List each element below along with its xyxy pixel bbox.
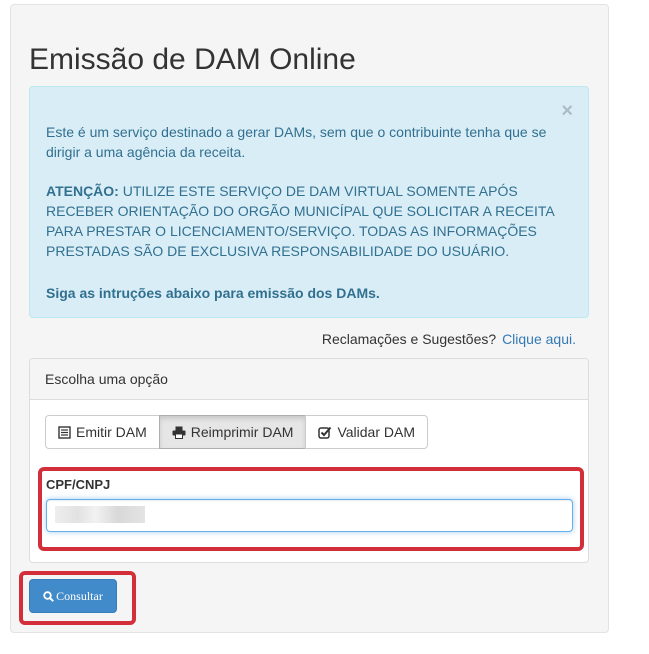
- options-panel: Escolha uma opção Emitir DAM Reimprimir …: [29, 358, 589, 563]
- emitir-dam-label: Emitir DAM: [76, 424, 147, 440]
- cpf-cnpj-label: CPF/CNPJ: [46, 477, 111, 492]
- validar-dam-label: Validar DAM: [337, 424, 415, 440]
- alert-warning-paragraph: ATENÇÃO: UTILIZE ESTE SERVIÇO DE DAM VIR…: [46, 181, 566, 261]
- panel-heading: Escolha uma opção: [30, 359, 588, 400]
- consultar-button[interactable]: Consultar: [29, 579, 117, 613]
- dam-option-group: Emitir DAM Reimprimir DAM Validar DAM: [45, 415, 428, 449]
- print-icon: [172, 426, 186, 439]
- alert-warning-text: UTILIZE ESTE SERVIÇO DE DAM VIRTUAL SOME…: [46, 183, 554, 259]
- alert-intro-text: Este é um serviço destinado a gerar DAMs…: [46, 124, 547, 160]
- reimprimir-dam-button[interactable]: Reimprimir DAM: [158, 415, 307, 449]
- emitir-dam-button[interactable]: Emitir DAM: [45, 415, 160, 449]
- validar-dam-button[interactable]: Validar DAM: [305, 415, 428, 449]
- feedback-line: Reclamações e Sugestões? Clique aqui.: [322, 329, 576, 349]
- consultar-label: Consultar: [56, 588, 103, 603]
- check-square-icon: [318, 426, 332, 439]
- reimprimir-dam-label: Reimprimir DAM: [190, 424, 294, 440]
- search-icon: [43, 590, 55, 602]
- alert-instructions-text: Siga as intruções abaixo para emissão do…: [46, 285, 380, 301]
- list-alt-icon: [58, 425, 71, 439]
- page-title: Emissão de DAM Online: [29, 43, 356, 76]
- alert-warning-label: ATENÇÃO:: [46, 183, 119, 199]
- info-alert: × Este é um serviço destinado a gerar DA…: [29, 86, 589, 318]
- feedback-text: Reclamações e Sugestões?: [321, 331, 497, 347]
- alert-close-button[interactable]: ×: [561, 101, 573, 121]
- redacted-value-mask: [55, 506, 145, 523]
- feedback-link[interactable]: Clique aqui.: [502, 331, 576, 347]
